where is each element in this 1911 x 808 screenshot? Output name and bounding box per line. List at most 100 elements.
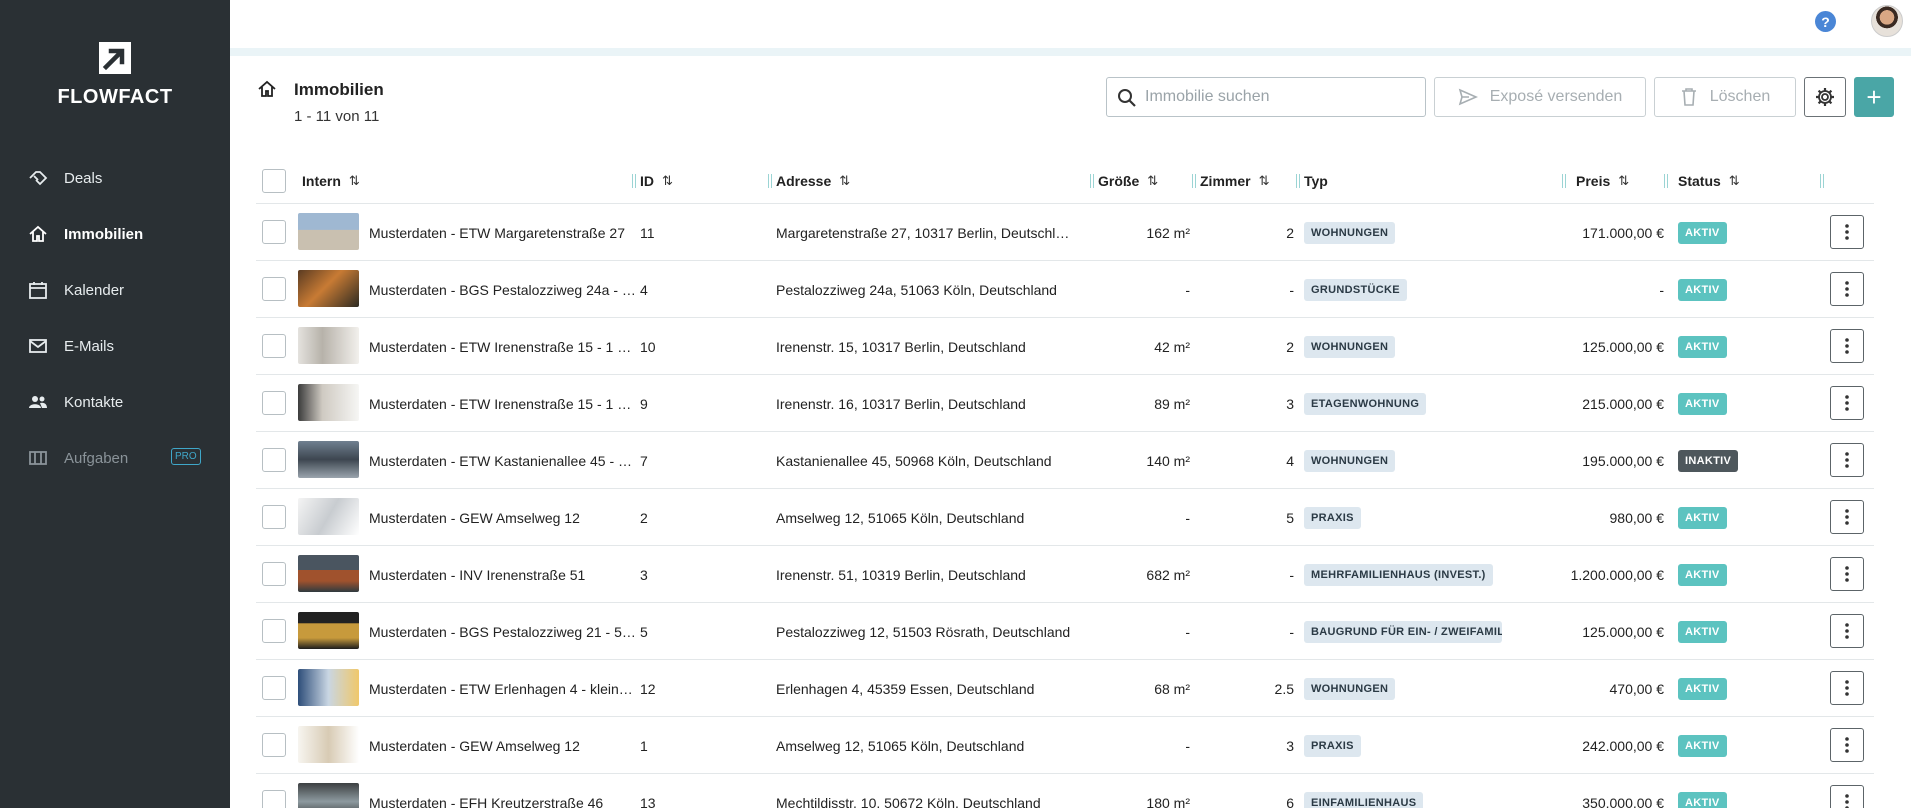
column-resize-handle[interactable] [632, 174, 636, 188]
sidebar-item-immobilien[interactable]: Immobilien [0, 206, 230, 262]
cell-text: 1 [640, 737, 648, 754]
calendar-icon [26, 278, 50, 302]
type-badge: WOHNUNGEN [1304, 335, 1396, 358]
column-header-typ[interactable]: Typ [1304, 158, 1328, 204]
send-expose-button[interactable]: Exposé versenden [1434, 77, 1646, 117]
table-row[interactable]: Musterdaten - BGS Pestalozziweg 21 - 51 5… [256, 603, 1874, 660]
cell-adresse: Margaretenstraße 27, 10317 Berlin, Deuts… [776, 204, 1076, 261]
logo[interactable]: FLOWFACT [0, 42, 230, 109]
column-resize-handle[interactable] [1192, 174, 1196, 188]
cell-id: 4 [640, 261, 760, 318]
cell-text: 2 [1286, 224, 1294, 241]
row-menu-button[interactable] [1830, 386, 1864, 420]
table-row[interactable]: Musterdaten - BGS Pestalozziweg 24a - 51… [256, 261, 1874, 318]
column-label: Intern [302, 173, 341, 189]
search-box[interactable] [1106, 77, 1426, 117]
sidebar-item-label: Immobilien [64, 225, 144, 243]
row-checkbox[interactable] [262, 562, 286, 586]
cell-intern[interactable]: Musterdaten - EFH Kreutzerstraße 46 [369, 774, 636, 808]
row-checkbox[interactable] [262, 334, 286, 358]
cell-intern[interactable]: Musterdaten - ETW Kastanienallee 45 - 5-… [369, 432, 636, 489]
table-row[interactable]: Musterdaten - GEW Amselweg 12 2 Amselweg 1… [256, 489, 1874, 546]
row-checkbox[interactable] [262, 391, 286, 415]
sort-icon: ⇅ [839, 173, 851, 188]
row-menu-button[interactable] [1830, 272, 1864, 306]
delete-button[interactable]: Löschen [1654, 77, 1796, 117]
cell-id: 12 [640, 660, 760, 717]
column-header-preis[interactable]: Preis ⇅ [1576, 158, 1629, 204]
sidebar-item-kontakte[interactable]: Kontakte [0, 374, 230, 430]
logo-text: FLOWFACT [57, 86, 173, 108]
sidebar-item-deals[interactable]: Deals [0, 150, 230, 206]
table-row[interactable]: Musterdaten - EFH Kreutzerstraße 46 13 Mec… [256, 774, 1874, 808]
cell-intern[interactable]: Musterdaten - ETW Irenenstraße 15 - 1 OG… [369, 318, 636, 375]
cell-groesse: 162 m² [1098, 204, 1192, 261]
row-checkbox[interactable] [262, 790, 286, 808]
cell-zimmer: 6 [1200, 774, 1296, 808]
column-resize-handle[interactable] [768, 174, 772, 188]
help-icon[interactable]: ? [1815, 11, 1836, 32]
select-all-checkbox[interactable] [262, 169, 286, 193]
logo-arrow-icon [99, 42, 131, 74]
property-table: Intern ⇅ ID ⇅ Adresse ⇅ Größe ⇅ Zimmer ⇅ Typ [256, 158, 1874, 808]
row-menu-button[interactable] [1830, 671, 1864, 705]
search-input[interactable] [1145, 88, 1405, 106]
row-checkbox[interactable] [262, 676, 286, 700]
row-checkbox[interactable] [262, 448, 286, 472]
sidebar-item-emails[interactable]: E-Mails [0, 318, 230, 374]
cell-intern[interactable]: Musterdaten - GEW Amselweg 12 [369, 489, 636, 546]
row-menu-button[interactable] [1830, 614, 1864, 648]
settings-button[interactable] [1804, 77, 1846, 117]
row-menu-button[interactable] [1830, 728, 1864, 762]
column-resize-handle[interactable] [1296, 174, 1300, 188]
avatar[interactable] [1871, 5, 1903, 37]
property-thumbnail [298, 213, 359, 250]
column-header-adresse[interactable]: Adresse ⇅ [776, 158, 850, 204]
column-header-intern[interactable]: Intern ⇅ [302, 158, 360, 204]
sidebar-item-kalender[interactable]: Kalender [0, 262, 230, 318]
column-resize-handle[interactable] [1820, 174, 1824, 188]
row-checkbox[interactable] [262, 619, 286, 643]
cell-adresse: Erlenhagen 4, 45359 Essen, Deutschland [776, 660, 1076, 717]
cell-intern[interactable]: Musterdaten - ETW Margaretenstraße 27 [369, 204, 636, 261]
column-header-status[interactable]: Status ⇅ [1678, 158, 1740, 204]
cell-intern[interactable]: Musterdaten - ETW Irenenstraße 15 - 1 OG… [369, 375, 636, 432]
table-row[interactable]: Musterdaten - INV Irenenstraße 51 3 Irenen… [256, 546, 1874, 603]
table-row[interactable]: Musterdaten - ETW Kastanienallee 45 - 5-… [256, 432, 1874, 489]
row-menu-button[interactable] [1830, 215, 1864, 249]
cell-text: 9 [640, 395, 648, 412]
cell-intern[interactable]: Musterdaten - INV Irenenstraße 51 [369, 546, 636, 603]
column-resize-handle[interactable] [1562, 174, 1566, 188]
cell-intern[interactable]: Musterdaten - GEW Amselweg 12 [369, 717, 636, 774]
table-row[interactable]: Musterdaten - GEW Amselweg 12 1 Amselweg 1… [256, 717, 1874, 774]
table-row[interactable]: Musterdaten - ETW Margaretenstraße 27 11 M… [256, 204, 1874, 261]
cell-text: - [1289, 281, 1294, 298]
column-resize-handle[interactable] [1090, 174, 1094, 188]
column-header-id[interactable]: ID ⇅ [640, 158, 673, 204]
sidebar-item-aufgaben[interactable]: Aufgaben PRO [0, 430, 230, 486]
cell-text: 125.000,00 € [1582, 338, 1664, 355]
table-row[interactable]: Musterdaten - ETW Irenenstraße 15 - 1 OG… [256, 375, 1874, 432]
row-checkbox[interactable] [262, 220, 286, 244]
add-property-button[interactable]: + [1854, 77, 1894, 117]
column-header-groesse[interactable]: Größe ⇅ [1098, 158, 1158, 204]
table-body: Musterdaten - ETW Margaretenstraße 27 11 M… [256, 204, 1874, 808]
cell-adresse: Irenenstr. 51, 10319 Berlin, Deutschland [776, 546, 1076, 603]
row-menu-button[interactable] [1830, 329, 1864, 363]
row-menu-button[interactable] [1830, 557, 1864, 591]
row-menu-button[interactable] [1830, 500, 1864, 534]
table-row[interactable]: Musterdaten - ETW Irenenstraße 15 - 1 OG… [256, 318, 1874, 375]
row-checkbox[interactable] [262, 277, 286, 301]
row-checkbox[interactable] [262, 505, 286, 529]
cell-intern[interactable]: Musterdaten - ETW Erlenhagen 4 - kleine … [369, 660, 636, 717]
column-header-zimmer[interactable]: Zimmer ⇅ [1200, 158, 1269, 204]
handshake-icon [26, 166, 50, 190]
cell-intern[interactable]: Musterdaten - BGS Pestalozziweg 24a - 51… [369, 261, 636, 318]
column-resize-handle[interactable] [1664, 174, 1668, 188]
row-menu-button[interactable] [1830, 443, 1864, 477]
row-menu-button[interactable] [1830, 785, 1864, 808]
cell-intern[interactable]: Musterdaten - BGS Pestalozziweg 21 - 515… [369, 603, 636, 660]
row-checkbox[interactable] [262, 733, 286, 757]
cell-adresse: Irenenstr. 15, 10317 Berlin, Deutschland [776, 318, 1076, 375]
table-row[interactable]: Musterdaten - ETW Erlenhagen 4 - kleine … [256, 660, 1874, 717]
